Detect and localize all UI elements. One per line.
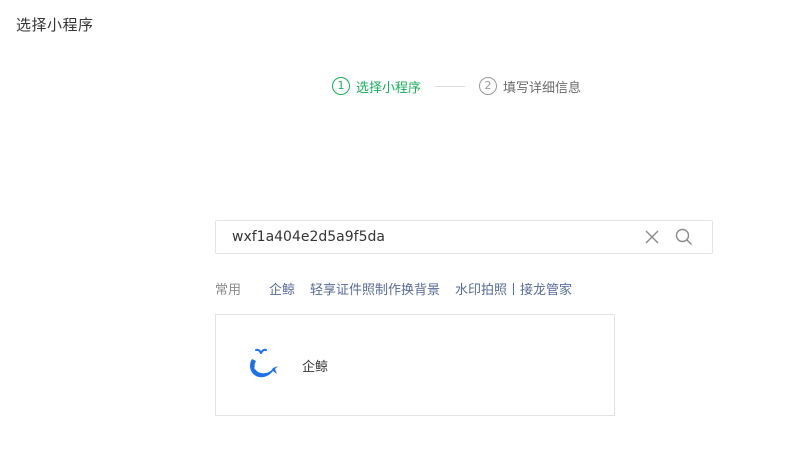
step-1-number: 1	[332, 77, 350, 95]
step-indicator: 1 选择小程序 2 填写详细信息	[332, 76, 581, 96]
step-1-label: 选择小程序	[356, 80, 422, 96]
step-2: 2 填写详细信息	[479, 77, 581, 96]
step-1: 1 选择小程序	[332, 77, 421, 96]
recent-apps: 常用 企鲸 轻享证件照制作换背景 水印拍照丨接龙管家	[215, 279, 587, 298]
recent-app-link[interactable]: 企鲸	[269, 279, 295, 298]
result-app-name: 企鲸	[302, 359, 329, 375]
search-result-card[interactable]: 企鲸	[215, 314, 615, 416]
search-box[interactable]: wxf1a404e2d5a9f5da	[215, 220, 713, 254]
whale-logo-icon	[244, 347, 280, 383]
page-title: 选择小程序	[16, 16, 94, 34]
step-divider	[435, 85, 466, 87]
search-icon[interactable]	[674, 227, 694, 247]
recent-label: 常用	[215, 283, 242, 298]
step-2-label: 填写详细信息	[503, 80, 582, 96]
search-input[interactable]: wxf1a404e2d5a9f5da	[216, 229, 642, 245]
step-2-number: 2	[479, 77, 498, 95]
recent-app-link[interactable]: 水印拍照丨接龙管家	[455, 279, 572, 298]
close-icon[interactable]	[642, 227, 662, 247]
recent-app-link[interactable]: 轻享证件照制作换背景	[310, 279, 440, 298]
